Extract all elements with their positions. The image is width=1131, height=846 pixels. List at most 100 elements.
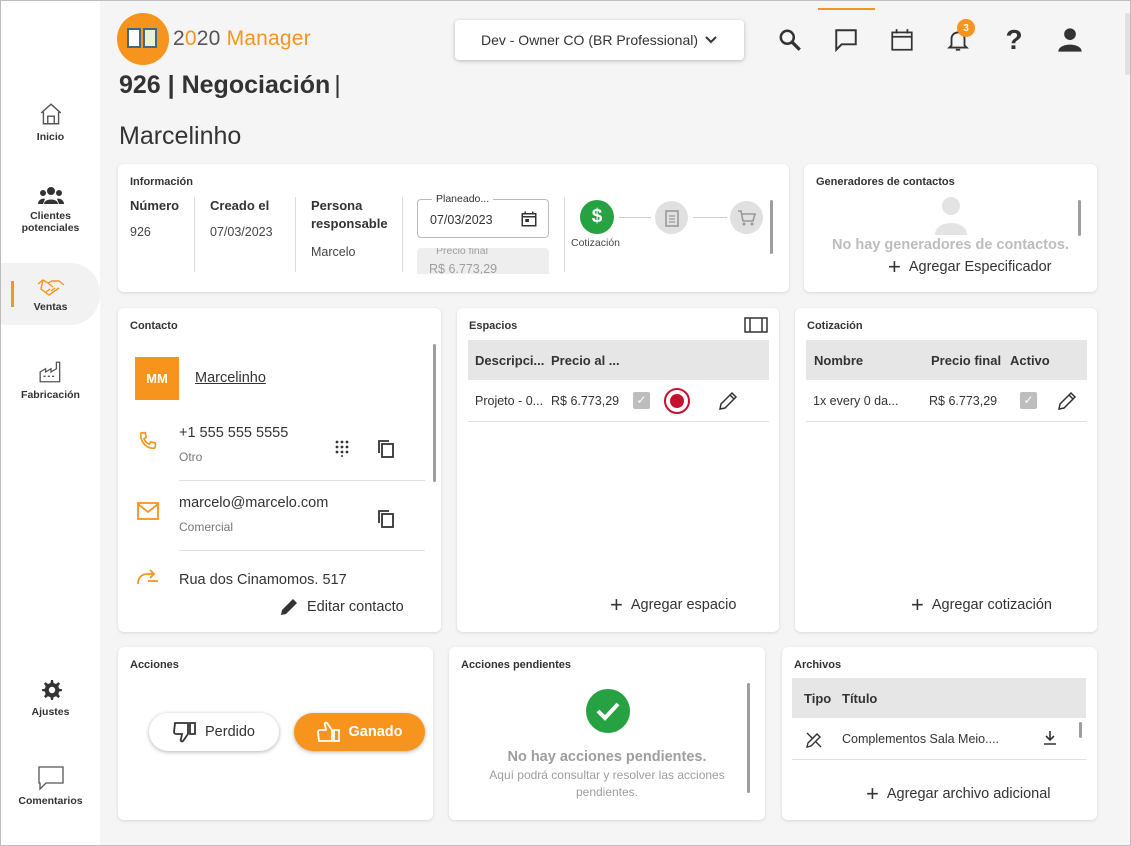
stage-pedido-icon[interactable]	[655, 201, 688, 234]
sidebar: Inicio Clientes potenciales Ventas Fabri…	[1, 1, 100, 845]
help-button[interactable]: ?	[999, 24, 1029, 55]
company-selector[interactable]: Dev - Owner CO (BR Professional)	[455, 20, 744, 60]
column-header[interactable]: Tipo	[804, 691, 831, 706]
stage-compra-icon[interactable]	[730, 201, 763, 234]
scrollbar[interactable]	[770, 200, 773, 254]
mail-icon	[137, 502, 159, 520]
table-row[interactable]: Complementos Sala Meio....	[792, 719, 1086, 759]
numero-label: Número	[130, 198, 180, 213]
scrollbar[interactable]	[747, 683, 750, 793]
add-especificador-button[interactable]: + Agregar Especificador	[888, 256, 1052, 278]
column-header[interactable]: Precio final	[931, 353, 1001, 368]
active-tab-indicator	[818, 8, 875, 10]
card-title: Información	[130, 176, 193, 188]
column-header[interactable]: Precio al ...	[551, 353, 620, 368]
divider	[792, 759, 1086, 760]
view-columns-icon[interactable]	[744, 317, 768, 333]
sidebar-item-label: Clientes potenciales	[21, 210, 80, 234]
cotizacion-card: Cotización Nombre Precio final Activo 1x…	[795, 308, 1097, 632]
divider	[179, 480, 425, 481]
sidebar-item-fabricacion[interactable]: Fabricación	[1, 359, 100, 401]
column-header[interactable]: Activo	[1010, 353, 1050, 368]
calendar-button[interactable]	[887, 25, 917, 55]
divider	[564, 197, 565, 272]
copy-icon[interactable]	[377, 439, 395, 459]
scrollbar[interactable]	[433, 344, 436, 482]
sidebar-item-ajustes[interactable]: Ajustes	[1, 678, 100, 718]
calendar-icon[interactable]	[520, 210, 538, 228]
planeado-date-field[interactable]: Planeado... 07/03/2023	[417, 193, 549, 238]
sidebar-item-label: Comentarios	[18, 795, 83, 807]
notifications-button[interactable]: 3	[943, 19, 975, 55]
edit-contact-button[interactable]: Editar contacto	[279, 597, 404, 617]
phone-icon	[139, 431, 157, 450]
checkbox[interactable]: ✓	[1020, 392, 1037, 409]
pencil-icon[interactable]	[717, 390, 739, 412]
contacto-card: Contacto MM Marcelinho +1 555 555 5555 O…	[118, 308, 441, 632]
chevron-down-icon	[705, 36, 717, 44]
table-row[interactable]: Projeto - 0... R$ 6.773,29 ✓	[468, 381, 769, 421]
design-file-icon	[806, 732, 822, 748]
precio-final-field: Precio final R$ 6.773,29	[417, 248, 549, 274]
add-archivo-button[interactable]: + Agregar archivo adicional	[866, 781, 1055, 806]
row-price: R$ 6.773,29	[551, 394, 620, 408]
sidebar-item-label: Fabricación	[21, 389, 80, 401]
card-title: Cotización	[807, 320, 863, 332]
main-content: 2020 Manager Dev - Owner CO (BR Professi…	[100, 1, 1130, 845]
logo-mark-icon	[117, 13, 169, 65]
scrollbar[interactable]	[1079, 722, 1082, 738]
sidebar-item-clientes[interactable]: Clientes potenciales	[1, 184, 100, 234]
dialpad-icon[interactable]	[334, 439, 350, 457]
generadores-empty-text: No hay generadores de contactos.	[832, 237, 1069, 253]
avatar: MM	[135, 357, 179, 400]
plus-icon: +	[866, 781, 879, 806]
checkbox[interactable]: ✓	[633, 392, 650, 409]
stage-cotizacion-icon[interactable]: $	[580, 200, 614, 234]
download-icon[interactable]	[1042, 730, 1058, 746]
check-circle-icon	[586, 689, 630, 733]
factory-icon	[39, 361, 60, 383]
persona-label: Persona responsable	[311, 198, 388, 231]
home-icon	[40, 103, 61, 125]
won-button[interactable]: Ganado	[294, 713, 425, 751]
copy-icon[interactable]	[377, 509, 395, 529]
chat-icon	[835, 29, 857, 53]
scrollbar[interactable]	[1125, 13, 1130, 75]
card-title: Archivos	[794, 659, 842, 671]
contact-name-link[interactable]: Marcelinho	[195, 370, 266, 386]
add-espacio-button[interactable]: + Agregar espacio	[610, 594, 736, 616]
search-button[interactable]	[775, 25, 805, 55]
profile-button[interactable]	[1055, 25, 1085, 55]
sidebar-item-comentarios[interactable]: Comentarios	[1, 765, 100, 807]
acciones-card: Acciones Perdido Ganado	[118, 647, 433, 820]
app-logo: 2020 Manager	[117, 13, 311, 65]
file-title: Complementos Sala Meio....	[842, 732, 1000, 746]
column-header[interactable]: Descripci...	[475, 353, 544, 368]
column-header[interactable]: Título	[842, 691, 877, 706]
column-header[interactable]: Nombre	[814, 353, 863, 368]
persona-value: Marcelo	[311, 245, 356, 259]
divider	[806, 421, 1087, 422]
sidebar-item-label: Ajustes	[31, 706, 70, 718]
card-title: Acciones pendientes	[461, 659, 572, 671]
card-title: Contacto	[130, 320, 178, 332]
pencil-icon[interactable]	[1056, 390, 1078, 412]
thumbs-up-icon	[316, 721, 340, 742]
promob-icon[interactable]	[664, 388, 690, 414]
table-row[interactable]: 1x every 0 da... R$ 6.773,29 ✓	[806, 381, 1087, 421]
add-cotizacion-button[interactable]: + Agregar cotización	[911, 594, 1052, 616]
cotizacion-table-header: Nombre Precio final Activo	[806, 340, 1087, 380]
archivos-table-header: Tipo Título	[792, 678, 1086, 718]
divider	[468, 421, 769, 422]
sidebar-item-ventas[interactable]: Ventas	[1, 263, 100, 325]
cart-icon	[737, 209, 756, 225]
client-name: Marcelinho	[119, 122, 242, 150]
sidebar-item-inicio[interactable]: Inicio	[1, 101, 100, 143]
scrollbar[interactable]	[1078, 200, 1081, 236]
pencil-icon	[281, 599, 297, 615]
archivos-card: Archivos Tipo Título Complementos Sala M…	[782, 647, 1097, 820]
lost-button[interactable]: Perdido	[149, 713, 279, 751]
address-value: Rua dos Cinamomos. 517	[179, 572, 347, 588]
info-card: Información Número 926 Creado el 07/03/2…	[118, 164, 789, 292]
messages-button[interactable]	[831, 25, 861, 55]
